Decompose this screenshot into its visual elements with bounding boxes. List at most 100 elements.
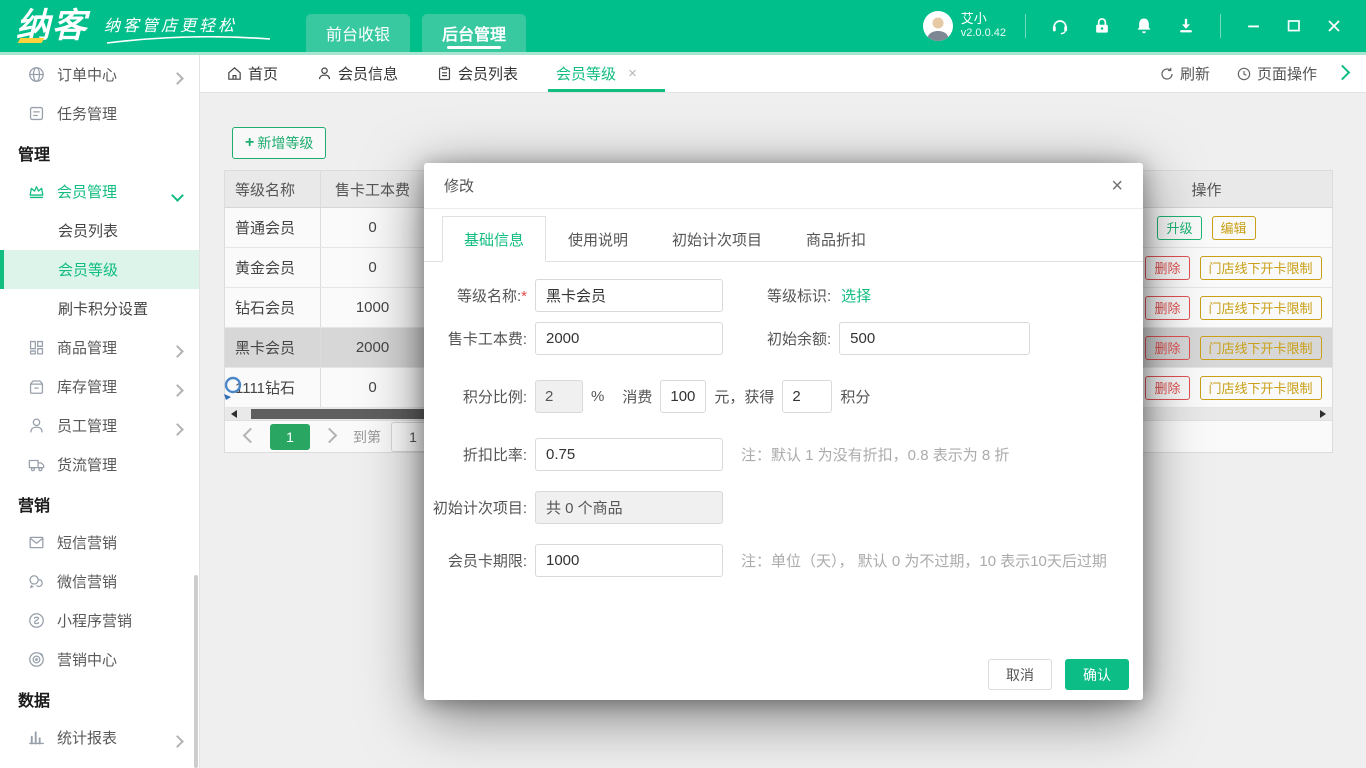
page-prev-button[interactable] <box>242 427 259 446</box>
modal-close-icon[interactable]: × <box>1111 176 1123 196</box>
support-button[interactable] <box>1039 16 1081 36</box>
card-fee-input[interactable] <box>535 322 723 355</box>
scroll-left-icon[interactable] <box>231 410 237 418</box>
sidebar-scrollbar[interactable] <box>194 575 198 768</box>
store-limit-button[interactable]: 门店线下开卡限制 <box>1199 335 1322 360</box>
sidebar: 订单中心 任务管理 管理 会员管理 会员列表 会员等级 刷卡积分设置 商品管理 … <box>0 55 200 768</box>
stats-icon <box>26 728 46 748</box>
mouse-cursor <box>224 376 242 400</box>
percent-sign: % <box>591 388 605 405</box>
delete-button[interactable]: 删除 <box>1145 335 1190 360</box>
scroll-right-icon[interactable] <box>1320 410 1326 418</box>
initial-balance-input[interactable] <box>839 322 1031 355</box>
avatar[interactable] <box>922 11 953 41</box>
card-term-note: 注：单位（天）， 默认 0 为不过期，10 表示10天后过期 <box>741 553 1107 570</box>
earn-points-input[interactable] <box>782 380 833 413</box>
choose-badge-link[interactable]: 选择 <box>841 285 871 306</box>
form-row-card-fee: 售卡工本费: 初始余额: <box>424 322 1143 355</box>
delete-button[interactable]: 删除 <box>1145 295 1190 320</box>
sidebar-item-marketing-center[interactable]: 营销中心 <box>0 640 199 679</box>
store-limit-button[interactable]: 门店线下开卡限制 <box>1199 255 1322 280</box>
tab-member-info[interactable]: 会员信息 <box>316 55 398 92</box>
tab-home[interactable]: 首页 <box>226 55 278 92</box>
tabbar-expand-button[interactable] <box>1334 64 1351 82</box>
card-fee-label: 售卡工本费: <box>447 331 527 348</box>
delete-button[interactable]: 删除 <box>1145 375 1190 400</box>
card-term-input[interactable] <box>535 544 723 577</box>
modal-tab-goods-discount[interactable]: 商品折扣 <box>784 216 888 262</box>
sidebar-item-statistics-reports[interactable]: 统计报表 <box>0 718 199 757</box>
discount-rate-input[interactable] <box>535 438 723 471</box>
lock-button[interactable] <box>1081 16 1123 36</box>
inventory-icon <box>26 377 46 397</box>
sidebar-item-member-management[interactable]: 会员管理 <box>0 172 199 211</box>
tab-member-level[interactable]: 会员等级 × <box>548 55 665 92</box>
page-next-button[interactable] <box>321 427 338 446</box>
tagline-swoosh-icon <box>106 35 271 44</box>
window-minimize-button[interactable] <box>1234 16 1274 36</box>
window-close-button[interactable] <box>1314 16 1354 36</box>
target-icon <box>26 650 46 670</box>
cancel-button[interactable]: 取消 <box>988 659 1052 690</box>
window-maximize-button[interactable] <box>1274 16 1314 36</box>
chevron-right-icon <box>171 421 184 438</box>
wechat-icon <box>26 572 46 592</box>
add-level-button[interactable]: + 新增等级 <box>232 127 327 159</box>
plus-icon: + <box>245 134 255 151</box>
consume-label: 消费 <box>622 389 653 406</box>
page-current[interactable]: 1 <box>270 423 310 450</box>
sidebar-section-management: 管理 <box>18 146 51 164</box>
tabbar-actions: 刷新 页面操作 <box>1133 63 1366 84</box>
add-level-label: 新增等级 <box>257 135 314 151</box>
sidebar-item-staff-management[interactable]: 员工管理 <box>0 406 199 445</box>
brand-tagline: 纳客管店更轻松 <box>104 17 238 35</box>
close-icon <box>1328 20 1340 32</box>
sidebar-subitem-member-level[interactable]: 会员等级 <box>0 250 199 289</box>
tab-close-icon[interactable]: × <box>628 65 637 82</box>
modal-tab-usage-notes[interactable]: 使用说明 <box>546 216 650 262</box>
sidebar-item-wechat-marketing[interactable]: 微信营销 <box>0 562 199 601</box>
store-limit-button[interactable]: 门店线下开卡限制 <box>1199 375 1322 400</box>
download-button[interactable] <box>1165 16 1207 36</box>
miniapp-icon <box>26 611 46 631</box>
points-ratio-label: 积分比例: <box>462 389 527 406</box>
refresh-button[interactable]: 刷新 <box>1159 63 1210 84</box>
sidebar-item-sms-marketing[interactable]: 短信营销 <box>0 523 199 562</box>
consume-amount-input[interactable] <box>660 380 707 413</box>
sidebar-item-miniapp-marketing[interactable]: 小程序营销 <box>0 601 199 640</box>
nav-pos-cashier-button[interactable]: 前台收银 <box>306 14 411 52</box>
upgrade-button[interactable]: 升级 <box>1157 215 1202 240</box>
level-name-input[interactable] <box>535 279 723 312</box>
form-row-initial-count: 初始计次项目: <box>424 491 1143 524</box>
sidebar-subitem-member-list[interactable]: 会员列表 <box>0 211 199 250</box>
modal-footer: 取消 确认 <box>988 659 1129 690</box>
modal-body: 等级名称:* 等级标识: 选择 售卡工本费: 初始余额: 积分比例: % 消费 … <box>424 262 1143 577</box>
goto-page-label: 到第 <box>353 428 381 445</box>
home-icon <box>228 67 241 80</box>
sidebar-item-logistics-management[interactable]: 货流管理 <box>0 445 199 484</box>
nav-admin-button[interactable]: 后台管理 <box>422 14 527 52</box>
confirm-button[interactable]: 确认 <box>1065 659 1129 690</box>
sidebar-item-goods-management[interactable]: 商品管理 <box>0 328 199 367</box>
delete-button[interactable]: 删除 <box>1145 255 1190 280</box>
sidebar-section-data: 数据 <box>18 692 51 710</box>
edit-button[interactable]: 编辑 <box>1211 215 1256 240</box>
page-actions-button[interactable]: 页面操作 <box>1236 63 1317 84</box>
notifications-button[interactable] <box>1123 16 1165 36</box>
top-nav: 前台收银 后台管理 <box>306 0 538 52</box>
sidebar-item-task-management[interactable]: 任务管理 <box>0 94 199 133</box>
sidebar-item-order-center[interactable]: 订单中心 <box>0 55 199 94</box>
tab-member-list[interactable]: 会员列表 <box>436 55 518 92</box>
minimize-icon <box>1248 25 1259 28</box>
maximize-icon <box>1287 20 1300 32</box>
header-divider <box>1220 14 1221 38</box>
sidebar-subitem-card-points[interactable]: 刷卡积分设置 <box>0 289 199 328</box>
modal-tab-initial-count-items[interactable]: 初始计次项目 <box>650 216 784 262</box>
crown-icon <box>26 182 46 202</box>
tab-label: 会员列表 <box>458 66 519 83</box>
sidebar-item-inventory-management[interactable]: 库存管理 <box>0 367 199 406</box>
sidebar-item-partial[interactable] <box>0 757 199 768</box>
modal-tab-basic-info[interactable]: 基础信息 <box>442 216 547 262</box>
form-row-discount-rate: 折扣比率: 注：默认 1 为没有折扣，0.8 表示为 8 折 <box>424 438 1143 471</box>
store-limit-button[interactable]: 门店线下开卡限制 <box>1199 295 1322 320</box>
